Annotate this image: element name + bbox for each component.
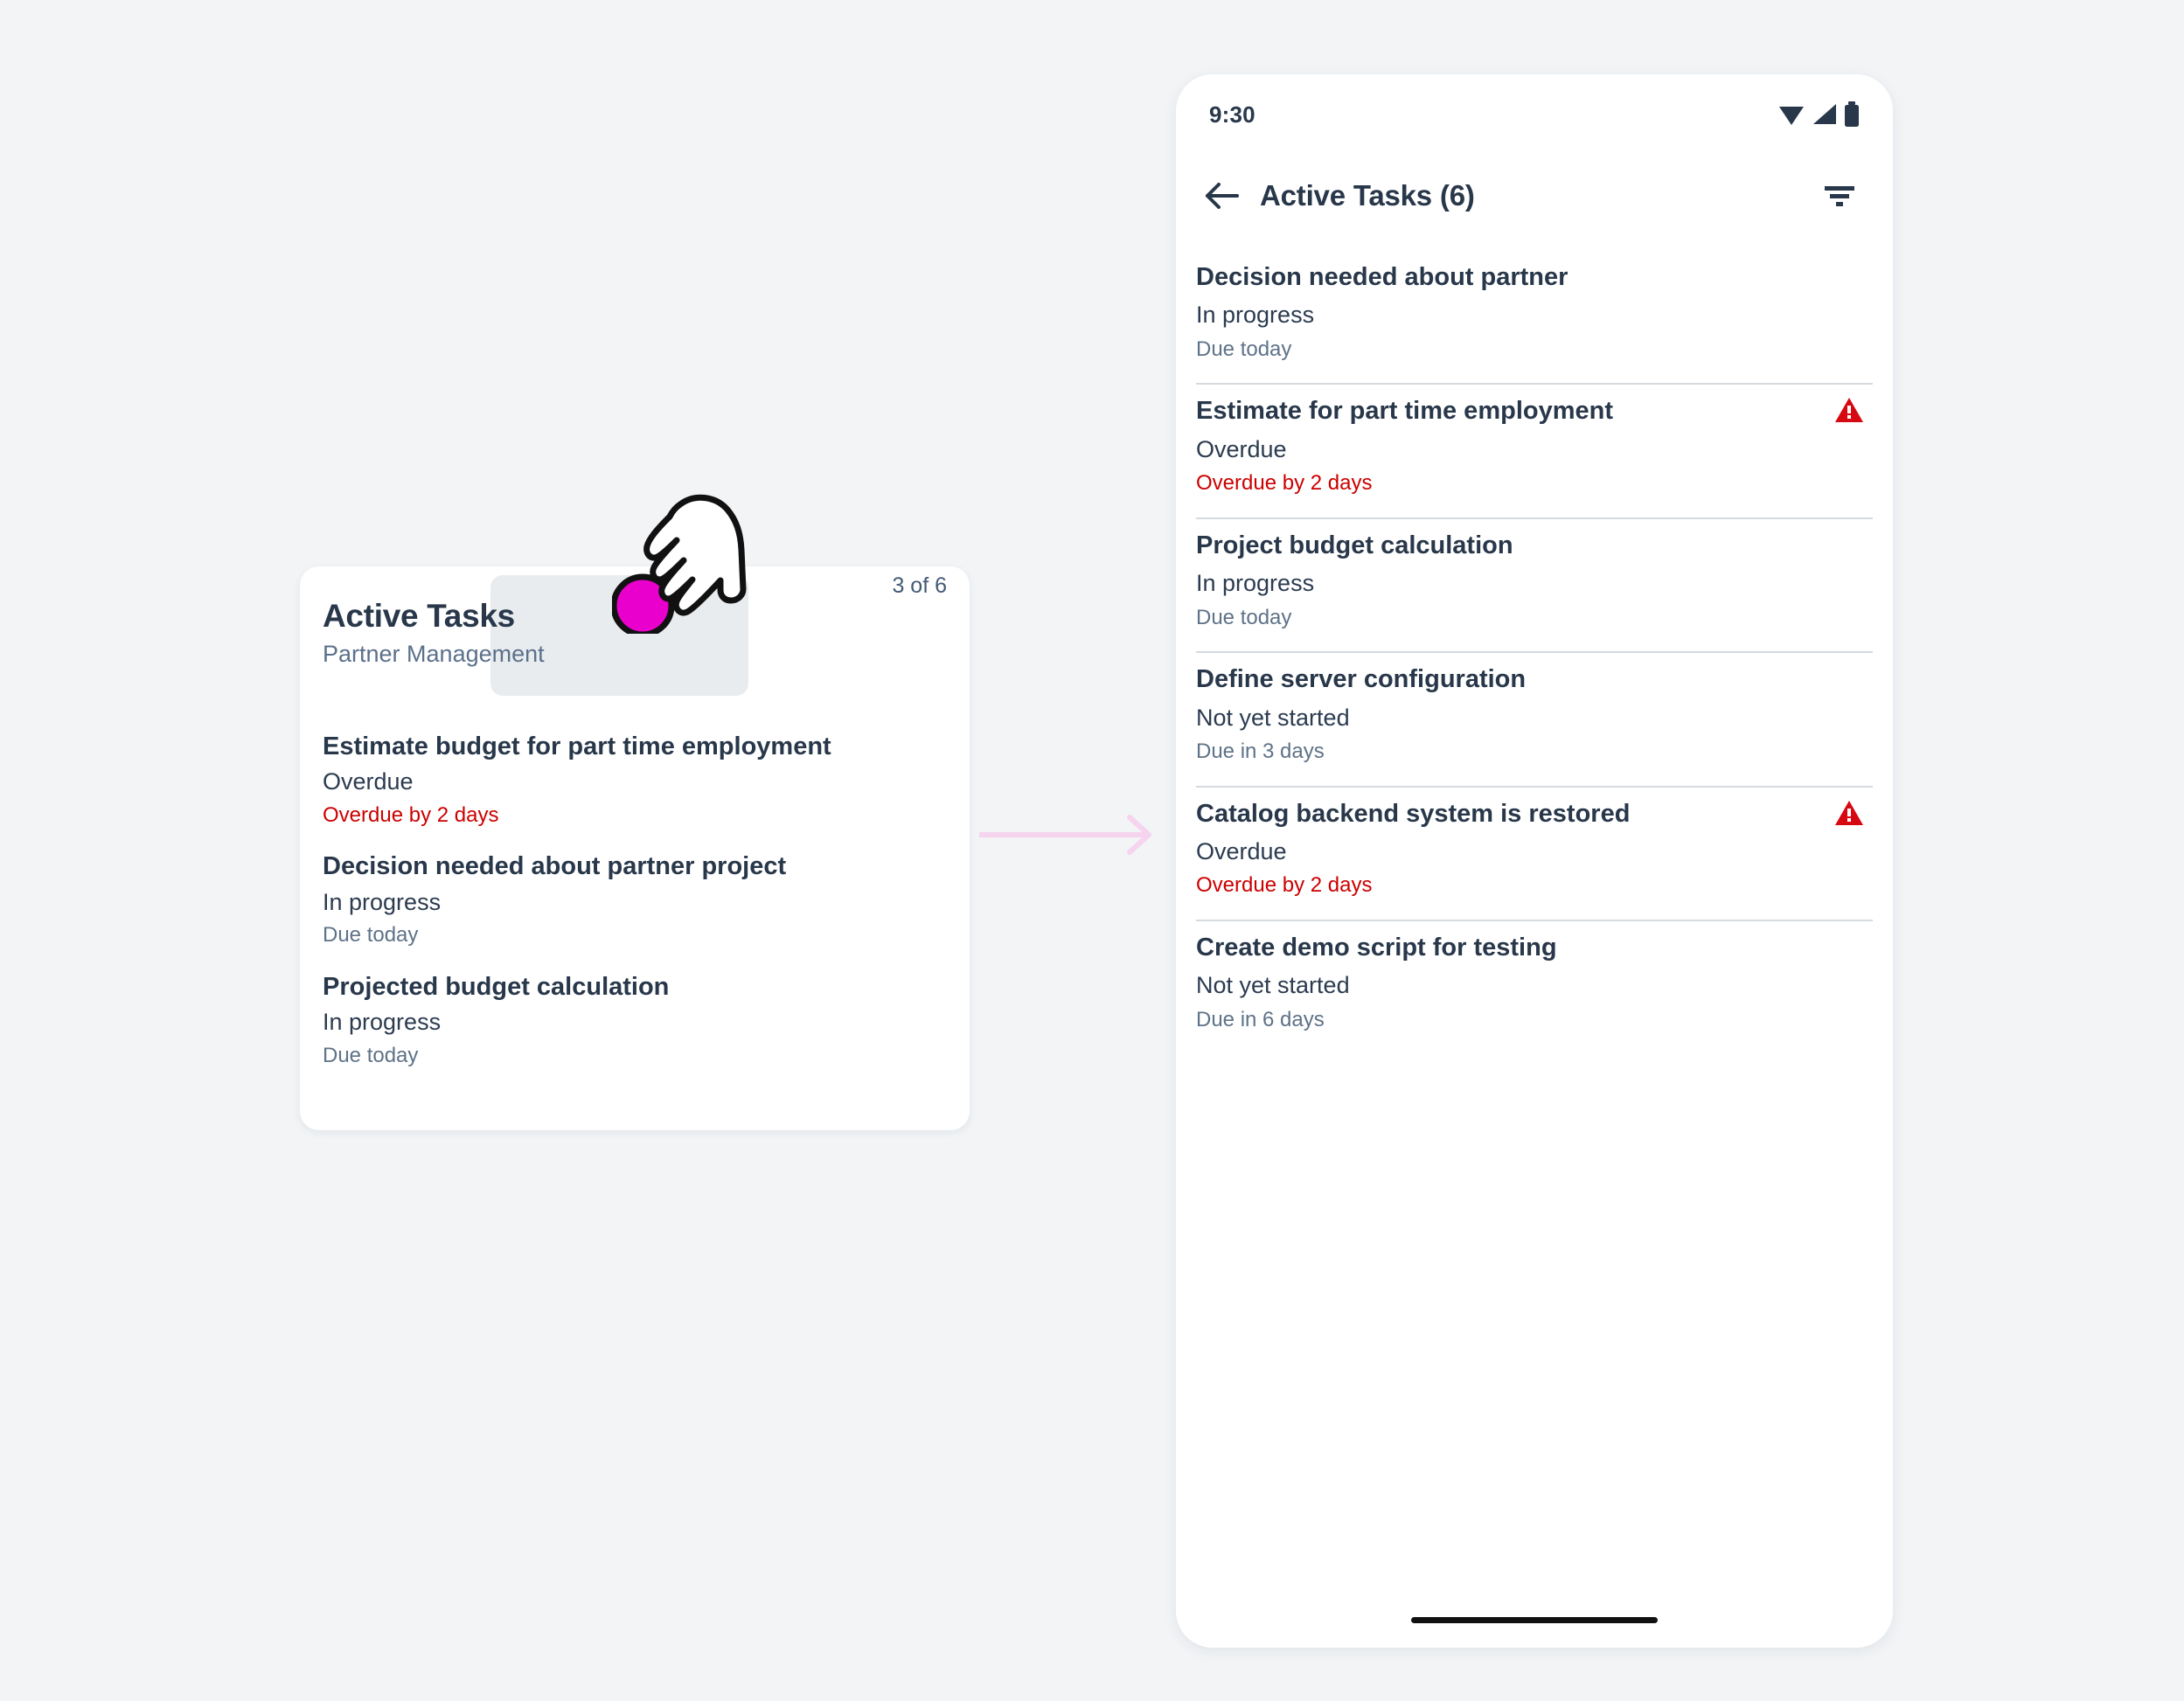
battery-icon <box>1845 101 1859 127</box>
task-status: Not yet started <box>1196 704 1350 731</box>
task-list: Decision needed about partner In progres… <box>1196 251 1873 1054</box>
card-task-item[interactable]: Estimate budget for part time employment… <box>323 731 947 828</box>
status-bar: 9:30 <box>1176 74 1893 155</box>
table-row[interactable]: Project budget calculation In progress D… <box>1196 519 1873 654</box>
status-bar-icons <box>1777 101 1860 128</box>
task-due: Due today <box>1196 605 1292 629</box>
task-status: In progress <box>1196 302 1315 329</box>
filter-icon <box>1825 186 1854 206</box>
card-title: Active Tasks <box>323 598 515 634</box>
task-title: Project budget calculation <box>1196 531 1513 559</box>
card-task-item[interactable]: Decision needed about partner project In… <box>323 850 947 948</box>
task-status: In progress <box>1196 570 1315 597</box>
table-row[interactable]: Estimate for part time employment Overdu… <box>1196 385 1873 519</box>
card-task-item[interactable]: Projected budget calculation In progress… <box>323 971 947 1068</box>
active-tasks-card[interactable]: Active Tasks Partner Management 3 of 6 E… <box>300 566 970 1130</box>
task-status: Overdue <box>1196 838 1287 864</box>
task-title: Catalog backend system is restored <box>1196 799 1631 828</box>
status-bar-time: 9:30 <box>1209 101 1255 128</box>
task-due: Due in 3 days <box>1196 739 1325 763</box>
arrow-left-icon <box>1206 183 1239 209</box>
task-title: Define server configuration <box>1196 665 1527 694</box>
task-title: Estimate for part time employment <box>1196 397 1613 426</box>
table-row[interactable]: Decision needed about partner In progres… <box>1196 251 1873 385</box>
table-row[interactable]: Define server configuration Not yet star… <box>1196 653 1873 788</box>
task-status: Overdue <box>1196 435 1287 462</box>
cellular-signal-icon <box>1813 104 1836 124</box>
task-due: Overdue by 2 days <box>1196 471 1373 496</box>
task-due: Overdue by 2 days <box>1196 873 1373 898</box>
card-task-title: Estimate budget for part time employment <box>323 732 831 760</box>
table-row[interactable]: Create demo script for testing Not yet s… <box>1196 921 1873 1053</box>
card-task-due: Overdue by 2 days <box>323 802 499 827</box>
task-due: Due today <box>1196 337 1292 361</box>
home-indicator[interactable] <box>1411 1617 1658 1623</box>
filter-button[interactable] <box>1814 170 1865 221</box>
warning-icon <box>1835 398 1863 423</box>
screenshot-canvas: Active Tasks Partner Management 3 of 6 E… <box>0 0 2184 1701</box>
task-title: Decision needed about partner <box>1196 263 1568 291</box>
card-task-title: Projected budget calculation <box>323 972 670 1001</box>
arrow-right-icon <box>979 809 1163 861</box>
card-task-status: Overdue <box>323 768 414 795</box>
phone-mockup: 9:30 Active Tasks (6) Decision needed ab… <box>1176 74 1893 1648</box>
card-header: Active Tasks Partner Management <box>323 598 947 668</box>
warning-icon <box>1835 800 1863 825</box>
task-status: Not yet started <box>1196 972 1350 999</box>
card-task-status: In progress <box>323 1009 442 1036</box>
card-subtitle: Partner Management <box>323 640 545 667</box>
card-task-list: Estimate budget for part time employment… <box>323 731 947 1068</box>
app-bar: Active Tasks (6) <box>1176 155 1893 237</box>
task-due: Due in 6 days <box>1196 1007 1325 1031</box>
app-bar-title: Active Tasks (6) <box>1260 179 1475 212</box>
card-count-badge: 3 of 6 <box>892 573 947 598</box>
back-button[interactable] <box>1195 169 1249 223</box>
wifi-icon <box>1779 107 1804 125</box>
card-task-status: In progress <box>323 888 442 915</box>
table-row[interactable]: Catalog backend system is restored Overd… <box>1196 788 1873 922</box>
task-title: Create demo script for testing <box>1196 934 1557 962</box>
card-task-due: Due today <box>323 1043 419 1067</box>
card-task-due: Due today <box>323 923 419 948</box>
card-task-title: Decision needed about partner project <box>323 852 787 881</box>
